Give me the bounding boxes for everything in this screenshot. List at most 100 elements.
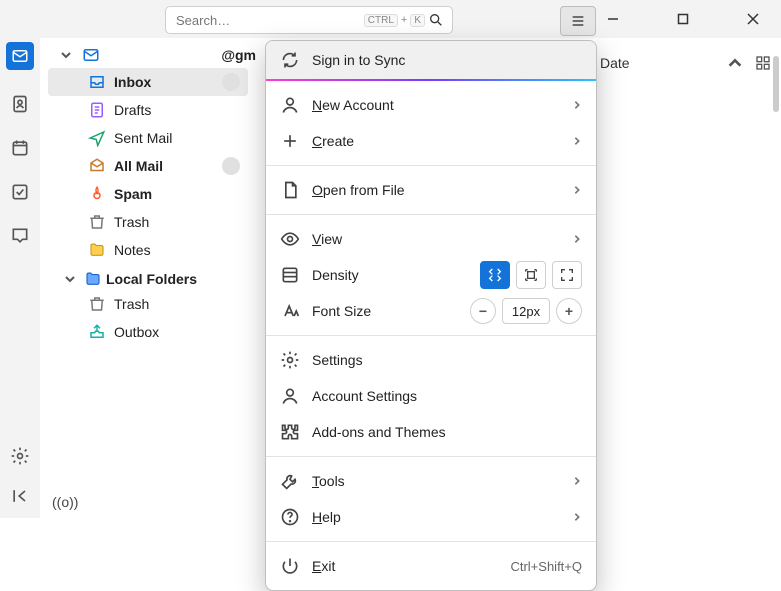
font-size-value: 12px — [502, 298, 550, 324]
folder-label: All Mail — [114, 158, 222, 174]
menu-view[interactable]: ViewView — [266, 221, 596, 257]
kbd-ctrl: CTRL — [364, 14, 398, 27]
menu-label: NNew Accountew Account — [312, 97, 572, 113]
menu-label: ExitExit — [312, 558, 510, 574]
chevron-right-icon — [572, 100, 582, 110]
scrollbar-thumb[interactable] — [773, 56, 779, 112]
menu-settings[interactable]: Settings — [266, 342, 596, 378]
menu-new-account[interactable]: NNew Accountew Account — [266, 87, 596, 123]
drafts-icon — [88, 101, 106, 119]
eye-icon — [280, 229, 300, 249]
folder-label: Notes — [114, 242, 248, 258]
local-folders-header[interactable]: Local Folders — [48, 264, 268, 290]
outbox-icon — [88, 323, 106, 341]
wrench-icon — [280, 471, 300, 491]
trash-icon — [88, 213, 106, 231]
local-outbox[interactable]: Outbox — [48, 318, 248, 346]
chevron-right-icon — [572, 234, 582, 244]
power-icon — [280, 556, 300, 576]
mail-tab[interactable] — [6, 42, 34, 70]
sort-asc-icon[interactable] — [727, 55, 743, 71]
menu-help[interactable]: HelpHelp — [266, 499, 596, 535]
folder-label: Inbox — [114, 74, 222, 90]
title-bar: CTRL + K — [0, 0, 781, 38]
folder-sent[interactable]: Sent Mail — [48, 124, 248, 152]
folder-notes[interactable]: Notes — [48, 236, 248, 264]
chat-tab[interactable] — [10, 226, 30, 246]
allmail-icon — [88, 157, 106, 175]
menu-sync[interactable]: Sign in to Sync — [266, 41, 596, 81]
kbd-k: K — [410, 14, 425, 27]
menu-density: Density — [266, 257, 596, 293]
chevron-right-icon — [572, 185, 582, 195]
menu-label: Density — [312, 267, 480, 283]
menu-tools[interactable]: ToolsTools — [266, 463, 596, 499]
column-label: Date — [600, 55, 630, 71]
folder-label: Outbox — [114, 324, 248, 340]
local-trash[interactable]: Trash — [48, 290, 248, 318]
unread-badge — [222, 157, 240, 175]
minimize-button[interactable] — [591, 4, 635, 34]
file-icon — [280, 180, 300, 200]
local-header-label: Local Folders — [106, 271, 197, 287]
chevron-down-icon — [60, 49, 72, 61]
search-icon[interactable] — [428, 12, 444, 28]
menu-label: CreateCreate — [312, 133, 572, 149]
menu-label: Account Settings — [312, 388, 582, 404]
sent-icon — [88, 129, 106, 147]
chevron-right-icon — [572, 512, 582, 522]
account-icon — [280, 386, 300, 406]
menu-addons[interactable]: Add-ons and Themes — [266, 414, 596, 450]
help-icon — [280, 507, 300, 527]
folder-trash[interactable]: Trash — [48, 208, 248, 236]
menu-label: ToolsTools — [312, 473, 572, 489]
menu-label: Open from FileOpen from File — [312, 182, 572, 198]
menu-open-file[interactable]: Open from FileOpen from File — [266, 172, 596, 208]
calendar-tab[interactable] — [10, 138, 30, 158]
density-compact-button[interactable] — [480, 261, 510, 289]
menu-create[interactable]: CreateCreate — [266, 123, 596, 159]
column-header[interactable]: Date — [600, 48, 771, 78]
density-relaxed-button[interactable] — [552, 261, 582, 289]
folder-inbox[interactable]: Inbox — [48, 68, 248, 96]
folder-drafts[interactable]: Drafts — [48, 96, 248, 124]
menu-label: ViewView — [312, 231, 572, 247]
folder-spam[interactable]: Spam — [48, 180, 248, 208]
menu-label: Add-ons and Themes — [312, 424, 582, 440]
search-input[interactable] — [174, 12, 364, 29]
settings-tab[interactable] — [10, 446, 30, 466]
collapse-icon[interactable] — [10, 486, 30, 506]
font-icon — [280, 301, 300, 321]
folder-label: Drafts — [114, 102, 248, 118]
network-status-icon[interactable]: ((o)) — [52, 494, 78, 510]
menu-account-settings[interactable]: Account Settings — [266, 378, 596, 414]
column-picker-icon[interactable] — [755, 55, 771, 71]
menu-label: Font Size — [312, 303, 470, 319]
account-label: @gm — [106, 47, 262, 63]
font-decrease-button[interactable]: − — [470, 298, 496, 324]
maximize-button[interactable] — [661, 4, 705, 34]
font-increase-button[interactable]: + — [556, 298, 582, 324]
unread-badge — [222, 73, 240, 91]
menu-label: HelpHelp — [312, 509, 572, 525]
density-normal-button[interactable] — [516, 261, 546, 289]
gear-icon — [280, 350, 300, 370]
folder-label: Sent Mail — [114, 130, 248, 146]
chevron-right-icon — [572, 476, 582, 486]
density-icon — [280, 265, 300, 285]
account-row[interactable]: @gm — [48, 42, 268, 68]
close-button[interactable] — [731, 4, 775, 34]
global-search[interactable]: CTRL + K — [165, 6, 453, 34]
activity-bar — [0, 38, 40, 518]
folder-allmail[interactable]: All Mail — [48, 152, 248, 180]
hamburger-icon — [570, 13, 586, 29]
sync-icon — [280, 50, 300, 70]
spam-icon — [88, 185, 106, 203]
account-mail-icon — [82, 46, 100, 64]
tasks-tab[interactable] — [10, 182, 30, 202]
address-book-tab[interactable] — [10, 94, 30, 114]
menu-exit[interactable]: ExitExit Ctrl+Shift+Q — [266, 548, 596, 584]
inbox-icon — [88, 73, 106, 91]
chevron-right-icon — [572, 136, 582, 146]
kbd-plus: + — [401, 14, 407, 26]
